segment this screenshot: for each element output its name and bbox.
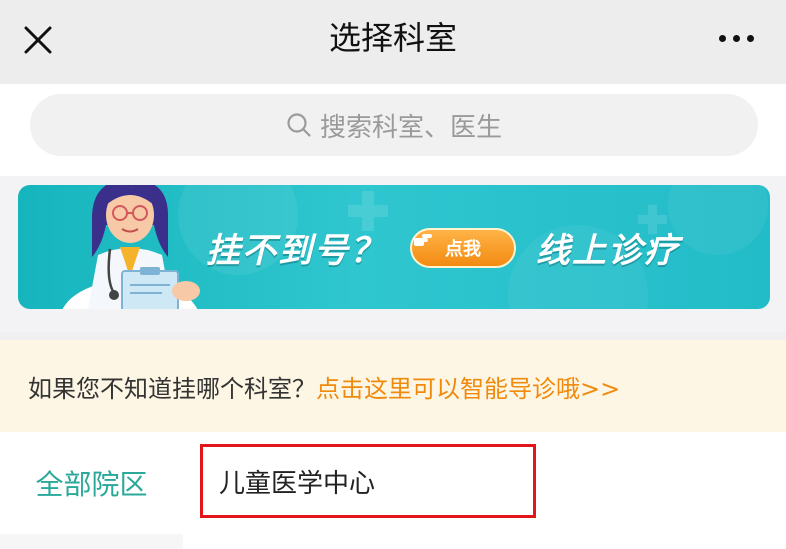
banner-click-button[interactable]: 点我 (410, 228, 516, 268)
department-list-section: 全部院区 儿童医学中心 (0, 432, 786, 549)
more-dot-icon (732, 34, 740, 42)
page-title: 选择科室 (328, 19, 457, 57)
smart-guide-link[interactable]: 点击这里可以智能导诊哦>> (316, 369, 620, 404)
more-dot-icon (746, 34, 754, 42)
sidebar-item-all-campuses[interactable]: 全部院区 (0, 432, 183, 534)
search-icon (287, 113, 311, 137)
banner-button-label: 点我 (445, 239, 481, 260)
smart-guide-tip: 如果您不知道挂哪个科室？ 点击这里可以智能导诊哦>> (0, 340, 786, 432)
online-consult-banner[interactable]: 挂不到号？ 点我 线上诊疗 (18, 185, 770, 309)
more-dot-icon (718, 34, 726, 42)
banner-section: 挂不到号？ 点我 线上诊疗 (0, 176, 786, 332)
title-bar: 选择科室 (0, 0, 786, 84)
banner-text-left: 挂不到号？ (206, 231, 386, 271)
close-button[interactable] (18, 20, 58, 60)
search-section: 搜索科室、医生 (0, 84, 786, 176)
banner-text-right: 线上诊疗 (536, 231, 680, 271)
campus-sidebar: 全部院区 (0, 432, 183, 549)
pointing-hand-icon (414, 234, 432, 246)
close-icon (24, 26, 52, 54)
department-item[interactable]: 儿童医学中心 (200, 444, 536, 518)
tip-text: 如果您不知道挂哪个科室？ (28, 374, 316, 403)
more-button[interactable] (712, 22, 760, 54)
search-placeholder: 搜索科室、医生 (319, 112, 502, 143)
search-input[interactable]: 搜索科室、医生 (30, 94, 758, 156)
